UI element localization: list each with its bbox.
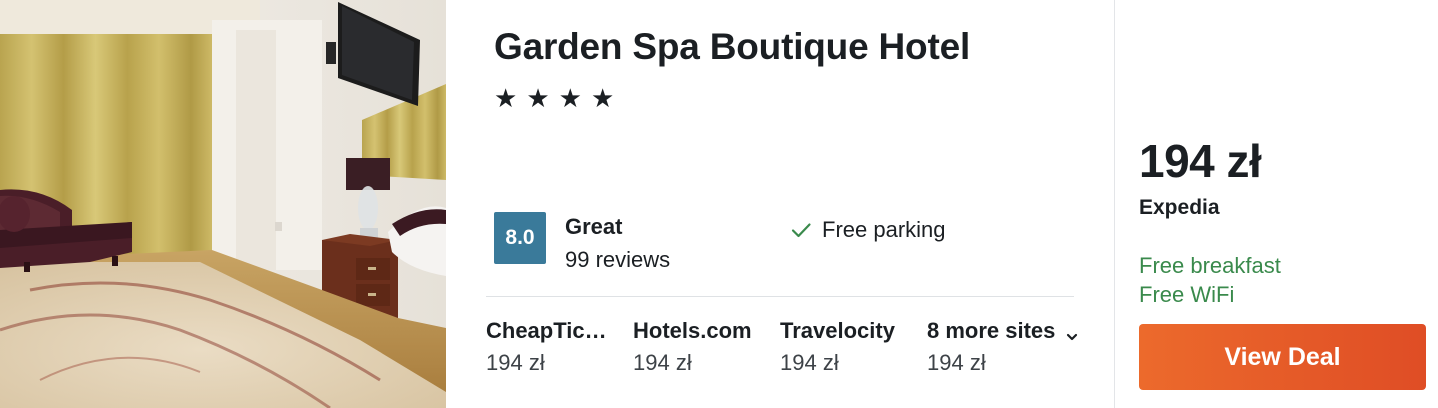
review-score-label: Great (565, 214, 623, 239)
divider (486, 296, 1074, 297)
more-sites-toggle[interactable]: 8 more sites (927, 318, 1107, 344)
hotel-photo[interactable] (0, 0, 446, 408)
amenity-item: Free parking (790, 217, 946, 243)
chevron-down-icon (1065, 324, 1079, 341)
star-icon: ★ (558, 83, 582, 113)
site-name: Travelocity (780, 318, 895, 343)
deal-price: 194 zł (1139, 135, 1262, 187)
review-count[interactable]: 99 reviews (565, 247, 670, 273)
more-sites-label: 8 more sites (927, 318, 1056, 343)
hotel-info: Garden Spa Boutique Hotel ★ ★ ★ ★ 8.0 Gr… (446, 0, 1114, 408)
site-price: 194 zł (633, 350, 692, 375)
check-icon (790, 219, 812, 241)
deal-provider: Expedia (1139, 196, 1220, 219)
hotel-room-image (0, 0, 446, 408)
perk-free-breakfast: Free breakfast (1139, 253, 1281, 278)
best-deal-panel: 194 zł Expedia Free breakfast Free WiFi … (1115, 0, 1438, 408)
site-price: 194 zł (486, 350, 545, 375)
hotel-name[interactable]: Garden Spa Boutique Hotel (494, 26, 970, 68)
site-name: CheapTic… (486, 318, 607, 343)
star-icon: ★ (494, 83, 518, 113)
star-rating: ★ ★ ★ ★ (494, 84, 614, 112)
perk-free-wifi: Free WiFi (1139, 282, 1235, 307)
site-item-cheaptickets[interactable]: CheapTic… 194 zł (486, 318, 626, 376)
star-icon: ★ (590, 83, 615, 113)
star-icon: ★ (526, 83, 550, 113)
site-item-travelocity[interactable]: Travelocity 194 zł (780, 318, 920, 376)
site-name: Hotels.com (633, 318, 752, 343)
view-deal-button[interactable]: View Deal (1139, 324, 1426, 390)
review-score-badge[interactable]: 8.0 (494, 212, 546, 264)
site-item-hotels-com[interactable]: Hotels.com 194 zł (633, 318, 773, 376)
site-price: 194 zł (780, 350, 839, 375)
more-sites-dropdown[interactable]: 8 more sites 194 zł (927, 318, 1107, 376)
site-price: 194 zł (927, 350, 986, 375)
amenity-label: Free parking (822, 217, 946, 242)
